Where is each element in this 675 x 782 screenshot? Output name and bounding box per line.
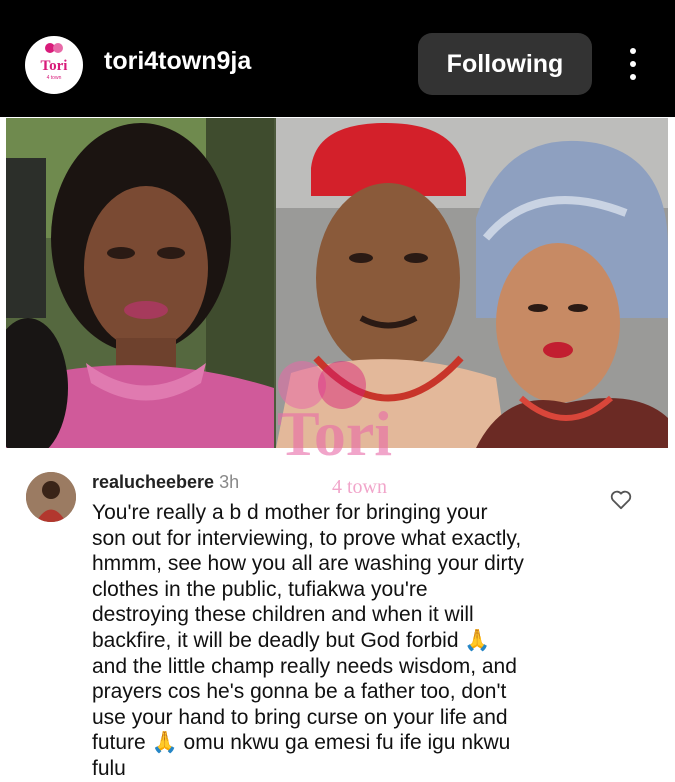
comment-time: 3h: [219, 472, 240, 492]
post-image[interactable]: [6, 118, 668, 448]
commenter-avatar-image: [26, 472, 76, 522]
following-button[interactable]: Following: [418, 33, 592, 95]
commenter-username[interactable]: realucheebere: [92, 472, 214, 492]
post-header: Tori 4 town tori4town9ja Following: [0, 0, 675, 117]
logo-text: Tori: [40, 58, 68, 74]
more-options-icon[interactable]: [628, 48, 638, 80]
photo-right-panel: [276, 118, 668, 448]
heart-like-icon[interactable]: [610, 490, 632, 510]
profile-avatar[interactable]: Tori 4 town: [25, 36, 83, 94]
comment-header: realucheebere 3h: [92, 472, 239, 493]
commenter-avatar[interactable]: [26, 472, 76, 522]
logo-subtext: 4 town: [46, 75, 62, 81]
hearts-logo-icon: [45, 43, 63, 53]
photo-left-panel: [6, 118, 274, 448]
post-username[interactable]: tori4town9ja: [104, 47, 251, 76]
watermark-subtext: 4 town: [332, 476, 387, 498]
comment-text: You're really a b d mother for bringing …: [92, 501, 524, 780]
